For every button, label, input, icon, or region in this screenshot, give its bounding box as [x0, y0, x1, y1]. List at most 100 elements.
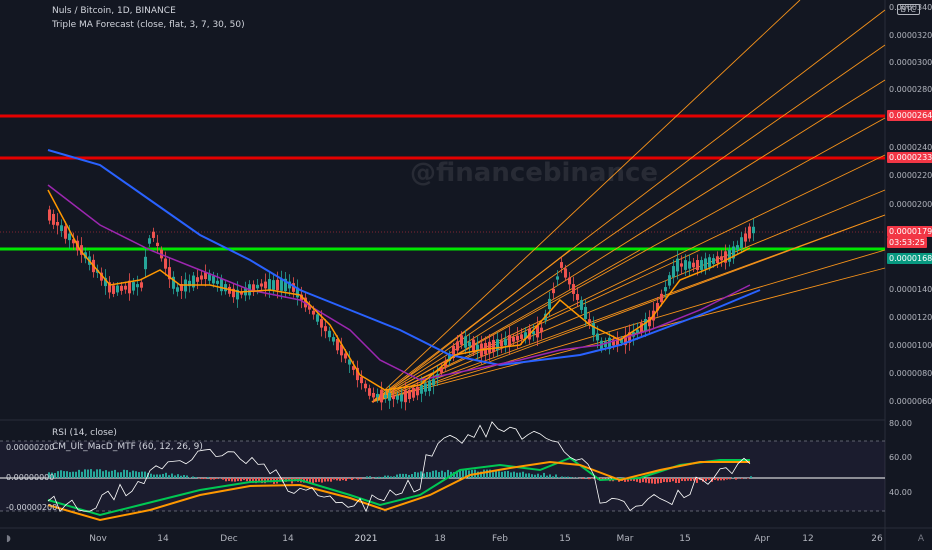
candle-body	[328, 330, 331, 338]
candle-body	[216, 280, 219, 284]
candle-body	[372, 392, 375, 398]
macd-histogram-bar	[327, 478, 329, 482]
candle-body	[696, 260, 699, 270]
candle-body	[144, 256, 147, 270]
macd-histogram-bar	[69, 472, 71, 478]
candle-body	[508, 335, 511, 347]
price-axis-label: 0.00001400	[889, 285, 932, 294]
macd-histogram-bar	[90, 469, 92, 478]
candle-body	[748, 226, 751, 239]
price-tag: 03:53:25	[887, 237, 927, 248]
candle-body	[432, 378, 435, 386]
candle-body	[376, 393, 379, 398]
candle-body	[560, 262, 563, 268]
candle-body	[596, 333, 599, 341]
macd-histogram-bar	[483, 469, 485, 478]
macd-histogram-bar	[213, 478, 215, 480]
time-axis-label: Feb	[492, 534, 508, 544]
macd-histogram-bar	[180, 475, 182, 478]
macd-histogram-bar	[378, 476, 380, 478]
candle-body	[164, 258, 167, 269]
candle-body	[196, 277, 199, 282]
macd-histogram-bar	[552, 476, 554, 478]
macd-histogram-bar	[588, 478, 590, 480]
indicator-title[interactable]: Triple MA Forecast (close, flat, 3, 7, 3…	[52, 20, 245, 30]
time-axis-label: 26	[871, 534, 883, 544]
candle-body	[720, 256, 723, 261]
tradingview-logo-icon[interactable]: ◗	[6, 534, 11, 544]
macd-histogram-bar	[495, 470, 497, 478]
macd-histogram-bar	[84, 469, 86, 478]
candle-body	[752, 226, 755, 234]
macd-title[interactable]: CM_Ult_MacD_MTF (60, 12, 26, 9)	[52, 442, 203, 452]
candle-body	[68, 233, 71, 241]
macd-histogram-bar	[492, 472, 494, 478]
macd-histogram-bar	[243, 478, 245, 481]
macd-histogram-bar	[507, 470, 509, 478]
symbol-title[interactable]: Nuls / Bitcoin, 1D, BINANCE	[52, 6, 176, 16]
candle-body	[260, 283, 263, 287]
macd-histogram-bar	[408, 474, 410, 478]
candle-body	[520, 334, 523, 340]
macd-histogram-bar	[564, 476, 566, 478]
time-axis-label: 15	[559, 534, 571, 544]
macd-histogram-bar	[540, 475, 542, 478]
macd-histogram-bar	[237, 478, 239, 482]
candle-body	[572, 284, 575, 294]
macd-histogram-bar	[678, 478, 680, 484]
macd-histogram-bar	[162, 473, 164, 478]
macd-histogram-bar	[240, 478, 242, 482]
candle-body	[268, 279, 271, 291]
candle-body	[740, 237, 743, 248]
macd-histogram-bar	[375, 476, 377, 478]
candle-body	[564, 268, 567, 278]
macd-histogram-bar	[66, 471, 68, 478]
candle-body	[660, 293, 663, 303]
candle-body	[136, 284, 139, 288]
macd-histogram-bar	[210, 478, 212, 480]
macd-histogram-bar	[369, 476, 371, 478]
candle-body	[400, 394, 403, 402]
candle-body	[464, 336, 467, 348]
price-chart[interactable]	[0, 0, 932, 550]
price-tag: 0.00001688	[887, 253, 932, 264]
macd-histogram-bar	[168, 475, 170, 478]
macd-histogram-bar	[642, 478, 644, 483]
macd-histogram-bar	[360, 478, 362, 480]
macd-histogram-bar	[732, 477, 734, 478]
candle-body	[456, 341, 459, 351]
macd-histogram-bar	[411, 474, 413, 478]
macd-histogram-bar	[114, 469, 116, 478]
macd-histogram-bar	[750, 476, 752, 478]
rsi-axis-label: 40.00	[889, 488, 912, 497]
macd-histogram-bar	[402, 473, 404, 478]
macd-histogram-bar	[555, 474, 557, 478]
macd-histogram-bar	[318, 478, 320, 482]
macd-histogram-bar	[204, 478, 206, 479]
candle-body	[264, 281, 267, 289]
candle-body	[112, 285, 115, 294]
candle-body	[500, 340, 503, 347]
macd-histogram-bar	[150, 473, 152, 478]
macd-histogram-bar	[684, 478, 686, 482]
macd-histogram-bar	[444, 472, 446, 478]
candle-body	[584, 306, 587, 320]
candle-body	[332, 337, 335, 342]
price-axis-label: 0.00000800	[889, 369, 932, 378]
fan-line	[371, 249, 886, 403]
candle-body	[680, 263, 683, 267]
macd-histogram-bar	[672, 478, 674, 482]
macd-histogram-bar	[648, 478, 650, 484]
rsi-title[interactable]: RSI (14, close)	[52, 428, 117, 438]
macd-histogram-bar	[438, 472, 440, 478]
macd-histogram-bar	[228, 478, 230, 481]
candle-body	[664, 287, 667, 292]
auto-scale-icon[interactable]: A	[918, 534, 924, 544]
macd-histogram-bar	[72, 471, 74, 478]
candle-body	[364, 383, 367, 389]
macd-histogram-bar	[195, 477, 197, 478]
macd-histogram-bar	[246, 478, 248, 482]
macd-histogram-bar	[654, 478, 656, 484]
price-tag: 0.00002643	[887, 110, 932, 121]
price-axis-label: 0.00003200	[889, 31, 932, 40]
